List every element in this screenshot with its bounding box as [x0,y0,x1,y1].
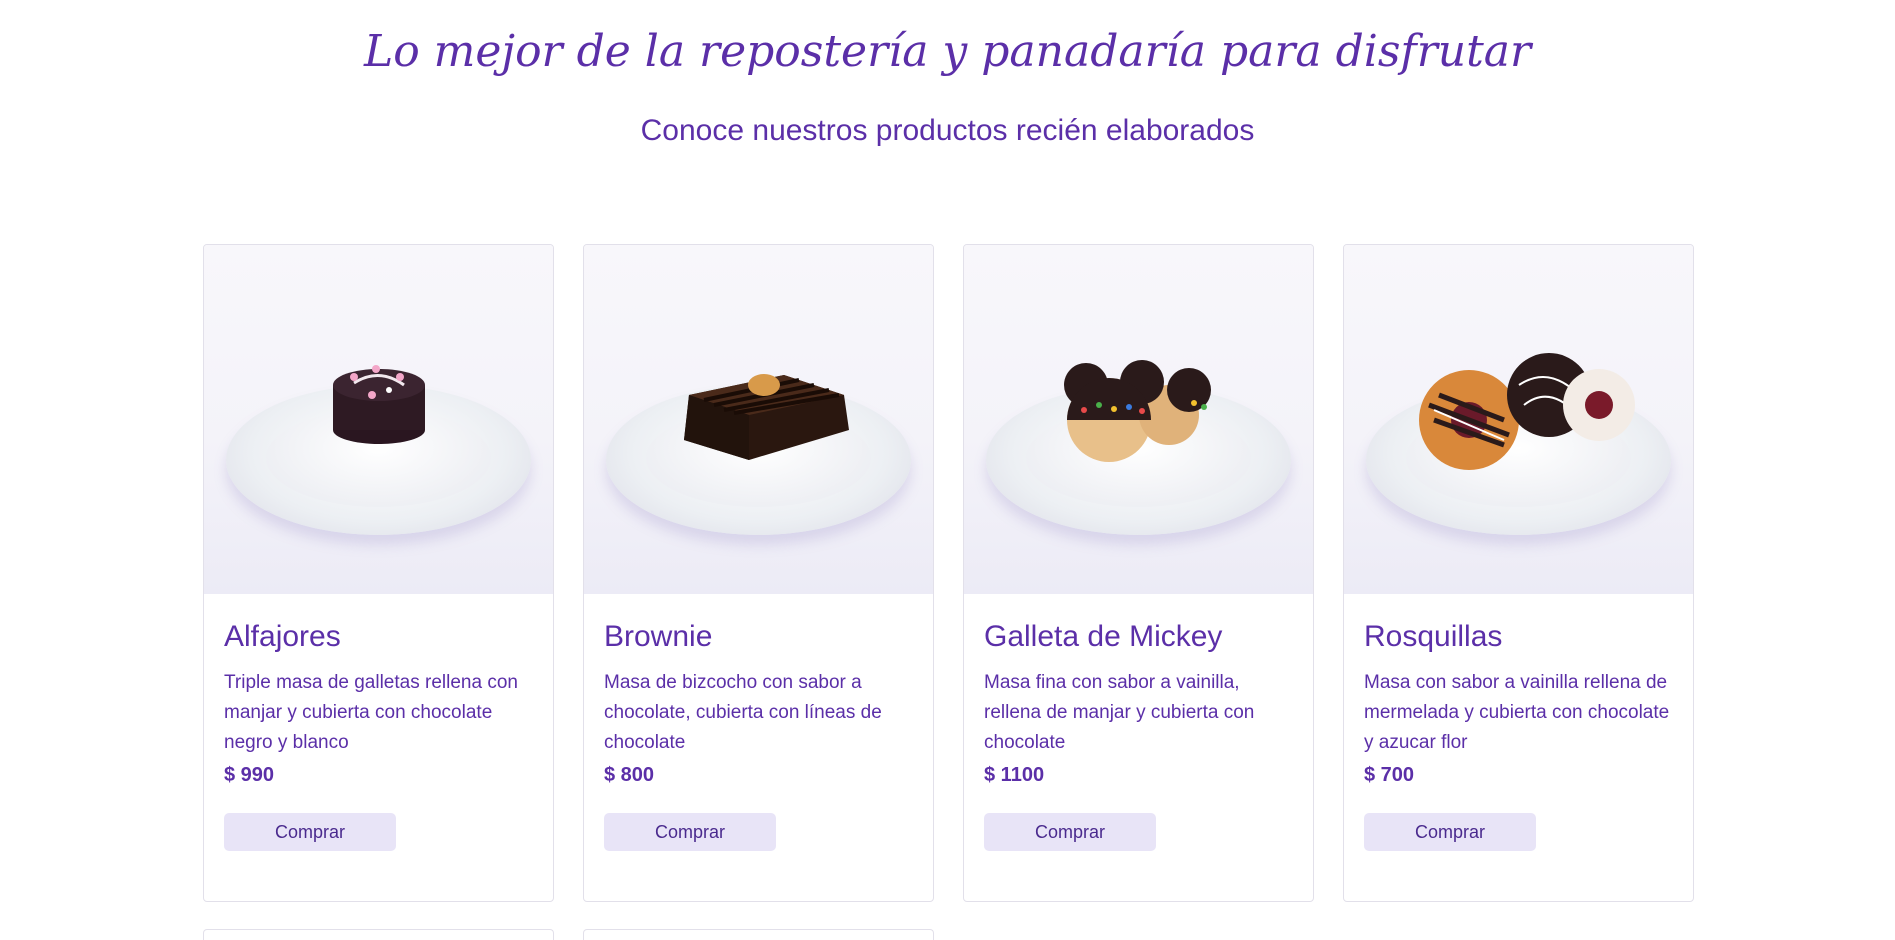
product-price: $ 990 [224,764,275,786]
product-image [584,245,933,594]
product-name: Alfajores [224,620,341,653]
alfajor-photo-icon [333,365,425,444]
page-subtitle: Conoce nuestros productos recién elabora… [640,114,1255,147]
buy-button[interactable]: Comprar [1364,813,1536,851]
page-title: Lo mejor de la repostería y panadaría pa… [363,26,1532,77]
product-card: Rosquillas Masa con sabor a vainilla rel… [1343,244,1694,902]
buy-button[interactable]: Comprar [224,813,396,851]
product-price: $ 700 [1364,764,1415,786]
product-description: Masa con sabor a vainilla rellena de mer… [1364,672,1670,753]
product-card: Alfajores Triple masa de galletas rellen… [203,244,554,902]
buy-button[interactable]: Comprar [984,813,1156,851]
brownie-photo-icon [684,374,849,460]
product-image [964,245,1313,594]
product-name: Rosquillas [1364,620,1503,653]
product-image [204,245,553,594]
product-name: Brownie [604,620,713,653]
mickey-cookie-photo-icon [1064,360,1211,462]
product-description: Masa fina con sabor a vainilla, rellena … [984,672,1255,753]
product-image [1344,245,1693,594]
product-grid: Alfajores Triple masa de galletas rellen… [203,244,1694,902]
buy-button[interactable]: Comprar [604,813,776,851]
product-card-peek [203,929,554,940]
product-card: Galleta de Mickey Masa fina con sabor a … [963,244,1314,902]
rosquillas-photo-icon [1419,353,1635,470]
product-card-peek [583,929,934,940]
next-product-row [203,929,934,940]
product-name: Galleta de Mickey [984,620,1223,653]
product-price: $ 1100 [984,764,1045,786]
product-description: Masa de bizcocho con sabor a chocolate, … [604,672,882,753]
product-description: Triple masa de galletas rellena con manj… [224,672,518,753]
product-price: $ 800 [604,764,655,786]
product-card: Brownie Masa de bizcocho con sabor a cho… [583,244,934,902]
